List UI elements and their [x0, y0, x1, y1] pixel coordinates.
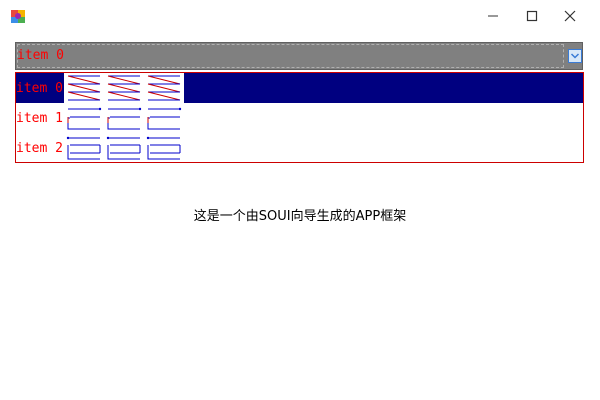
list-item-label: item 1 — [16, 111, 63, 126]
bracket-icon-3 — [147, 107, 182, 130]
title-bar[interactable] — [0, 0, 600, 32]
combobox[interactable]: item 0 — [15, 42, 583, 70]
colorful-app-icon — [11, 10, 25, 23]
dropdown-list[interactable]: item 0 item 1 item 2 — [15, 72, 584, 163]
list-item[interactable]: item 2 — [16, 133, 583, 163]
close-button[interactable] — [555, 4, 585, 28]
minimize-button[interactable] — [478, 4, 508, 28]
close-icon — [564, 10, 576, 22]
list-item-label: item 2 — [16, 141, 63, 156]
combobox-focus-rect — [17, 44, 564, 68]
zigzag-icon — [67, 75, 181, 101]
maximize-icon — [526, 10, 538, 22]
center-message: 这是一个由SOUI向导生成的APP框架 — [193, 209, 407, 224]
maximize-button[interactable] — [517, 4, 547, 28]
bracket-icon-3 — [146, 136, 181, 160]
combobox-selected-text: item 0 — [17, 48, 64, 63]
list-item-label: item 0 — [16, 81, 63, 96]
bracket-icon — [67, 107, 182, 130]
bracket-icon — [66, 136, 181, 160]
bracket-icon-1 — [66, 136, 101, 160]
zigzag-icon-3 — [147, 75, 181, 101]
app-window: item 0 item 0 item 1 item 2 这是一个由SOUI向导生… — [0, 0, 600, 400]
list-item[interactable]: item 1 — [16, 103, 583, 133]
bracket-icon-2 — [107, 107, 142, 130]
bracket-icon-2 — [106, 136, 141, 160]
zigzag-icon-2 — [107, 75, 141, 101]
list-item[interactable]: item 0 — [16, 73, 583, 103]
bracket-icon-1 — [67, 107, 102, 130]
zigzag-icon-1 — [67, 75, 101, 101]
dropdown-arrow-icon[interactable] — [568, 49, 582, 63]
minimize-icon — [488, 15, 498, 17]
